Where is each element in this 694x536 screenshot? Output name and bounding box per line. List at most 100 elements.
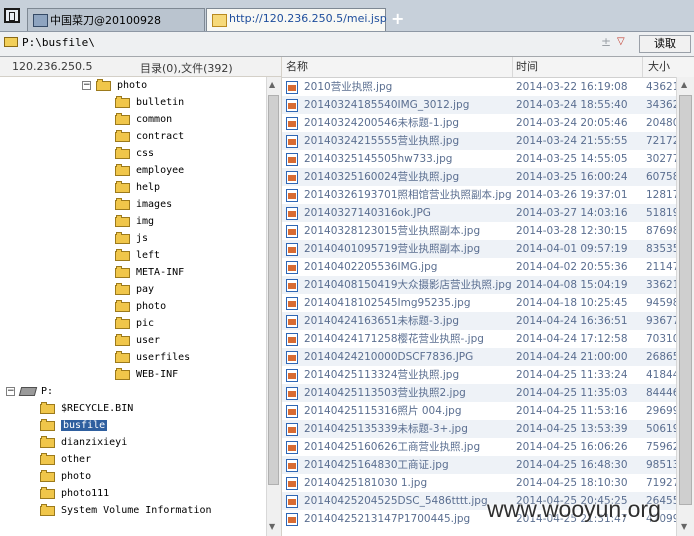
- folder-icon: [115, 317, 132, 329]
- folder-icon: [115, 300, 132, 312]
- file-name: 20140425164830工商证.jpg: [304, 459, 449, 471]
- image-file-icon: [286, 369, 298, 382]
- file-row[interactable]: 20140325160024营业执照.jpg 2014-03-25 16:00:2…: [282, 168, 676, 186]
- tree-node-label: js: [136, 233, 149, 244]
- read-button[interactable]: 读取: [639, 35, 691, 53]
- file-row[interactable]: 20140425160626工商营业执照.jpg 2014-04-25 16:06…: [282, 438, 676, 456]
- tree-node[interactable]: userfiles: [115, 349, 190, 366]
- file-row[interactable]: 20140425181030 1.jpg 2014-04-25 18:10:30 7…: [282, 474, 676, 492]
- file-size: 835358: [646, 243, 676, 255]
- tree-node[interactable]: other: [40, 451, 91, 468]
- tree-node[interactable]: img: [115, 213, 154, 230]
- image-file-icon: [286, 297, 298, 310]
- scrollbar-thumb[interactable]: [679, 95, 692, 505]
- tree-node[interactable]: left: [115, 247, 160, 264]
- file-row[interactable]: 20140326193701照相馆营业执照副本.jpg 2014-03-26 19…: [282, 186, 676, 204]
- tree-node[interactable]: js: [115, 230, 148, 247]
- tree-node[interactable]: pay: [115, 281, 154, 298]
- plus-minus-icon[interactable]: ±: [601, 35, 611, 49]
- window-menu-icon[interactable]: [4, 8, 20, 23]
- tree-node[interactable]: photo: [40, 468, 91, 485]
- file-time: 2014-04-24 17:12:58: [516, 333, 628, 345]
- file-row[interactable]: 20140424210000DSCF7836.JPG 2014-04-24 21:…: [282, 348, 676, 366]
- scroll-down-icon[interactable]: ▼: [269, 522, 275, 531]
- collapse-icon[interactable]: −: [6, 387, 15, 396]
- tree-node-label: userfiles: [136, 352, 191, 363]
- tree-node[interactable]: pic: [115, 315, 154, 332]
- file-name: 20140401095719营业执照副本.jpg: [304, 243, 481, 255]
- file-row[interactable]: 20140401095719营业执照副本.jpg 2014-04-01 09:57…: [282, 240, 676, 258]
- tree-node[interactable]: common: [115, 111, 172, 128]
- host-address: 120.236.250.5: [12, 60, 93, 73]
- file-row[interactable]: 20140327140316ok.JPG 2014-03-27 14:03:16 5…: [282, 204, 676, 222]
- tree-node[interactable]: photo: [115, 298, 166, 315]
- file-row[interactable]: 20140324185540IMG_3012.jpg 2014-03-24 18:…: [282, 96, 676, 114]
- folder-icon: [115, 334, 132, 346]
- file-time: 2014-03-25 14:55:05: [516, 153, 628, 165]
- file-row[interactable]: 20140425113503营业执照2.jpg 2014-04-25 11:35:…: [282, 384, 676, 402]
- tree-node[interactable]: META-INF: [115, 264, 184, 281]
- file-row[interactable]: 20140408150419大众摄影店营业执照.jpg 2014-04-08 15…: [282, 276, 676, 294]
- tree-node[interactable]: System Volume Information: [40, 502, 212, 519]
- tree-node[interactable]: bulletin: [115, 94, 184, 111]
- tree-node-label: photo111: [61, 488, 110, 499]
- tree-node[interactable]: contract: [115, 128, 184, 145]
- tree-node-label: dianzixieyi: [61, 437, 128, 448]
- file-row[interactable]: 20140324200546未标题-1.jpg 2014-03-24 20:05:…: [282, 114, 676, 132]
- tree-node[interactable]: $RECYCLE.BIN: [40, 400, 133, 417]
- scrollbar-thumb[interactable]: [268, 95, 279, 485]
- scroll-up-icon[interactable]: ▲: [269, 80, 275, 89]
- tree-node-drive[interactable]: P:: [18, 383, 53, 400]
- tree-node-label: left: [136, 250, 161, 261]
- tab-label: 中国菜刀@20100928: [50, 14, 161, 27]
- tree-node[interactable]: WEB-INF: [115, 366, 178, 383]
- file-row[interactable]: 2010营业执照.jpg 2014-03-22 16:19:08 436211: [282, 78, 676, 96]
- image-file-icon: [286, 405, 298, 418]
- tree-node[interactable]: help: [115, 179, 160, 196]
- file-row[interactable]: 20140325145505hw733.jpg 2014-03-25 14:55:…: [282, 150, 676, 168]
- tree-node[interactable]: dianzixieyi: [40, 434, 127, 451]
- file-row[interactable]: 20140402205536IMG.jpg 2014-04-02 20:55:36…: [282, 258, 676, 276]
- scroll-down-icon[interactable]: ▼: [681, 522, 687, 531]
- tree-node[interactable]: employee: [115, 162, 184, 179]
- tree-node-label: employee: [136, 165, 185, 176]
- file-row[interactable]: 20140424171258樱花营业执照-.jpg 2014-04-24 17:1…: [282, 330, 676, 348]
- column-divider[interactable]: [512, 57, 513, 77]
- file-row[interactable]: 20140324215555营业执照.jpg 2014-03-24 21:55:5…: [282, 132, 676, 150]
- tree-scrollbar[interactable]: ▲ ▼: [266, 77, 281, 536]
- file-list-scrollbar[interactable]: ▲ ▼: [676, 77, 694, 536]
- tree-node-label: WEB-INF: [136, 369, 179, 380]
- tab-shell-manager[interactable]: 中国菜刀@20100928: [27, 8, 205, 31]
- column-name[interactable]: 名称: [286, 59, 308, 75]
- tree-node[interactable]: photo111: [40, 485, 109, 502]
- image-file-icon: [286, 279, 298, 292]
- tree-node-label: $RECYCLE.BIN: [61, 403, 134, 414]
- chevron-down-icon[interactable]: ▽: [617, 36, 625, 47]
- file-row[interactable]: 20140425113324营业执照.jpg 2014-04-25 11:33:2…: [282, 366, 676, 384]
- file-row[interactable]: 20140425135339未标题-3+.jpg 2014-04-25 13:53…: [282, 420, 676, 438]
- tree-node-label: user: [136, 335, 161, 346]
- file-row[interactable]: 20140425164830工商证.jpg 2014-04-25 16:48:30…: [282, 456, 676, 474]
- collapse-icon[interactable]: −: [82, 81, 91, 90]
- file-time: 2014-04-08 15:04:19: [516, 279, 628, 291]
- file-list-header: 名称 时间 大小: [282, 57, 694, 78]
- tree-node-selected[interactable]: busfile: [40, 417, 108, 434]
- tree-node[interactable]: user: [115, 332, 160, 349]
- column-size[interactable]: 大小: [648, 59, 670, 75]
- tree-node-photo[interactable]: photo: [96, 77, 147, 94]
- file-row[interactable]: 20140328123015营业执照副本.jpg 2014-03-28 12:30…: [282, 222, 676, 240]
- file-row[interactable]: 20140424163651未标题-3.jpg 2014-04-24 16:36:…: [282, 312, 676, 330]
- scroll-up-icon[interactable]: ▲: [681, 80, 687, 89]
- image-file-icon: [286, 153, 298, 166]
- column-divider[interactable]: [642, 57, 643, 77]
- new-tab-button[interactable]: +: [391, 9, 404, 28]
- tree-node-label: other: [61, 454, 92, 465]
- file-row[interactable]: 20140418102545Img95235.jpg 2014-04-18 10:…: [282, 294, 676, 312]
- path-input[interactable]: P:\busfile\: [22, 36, 95, 49]
- file-row[interactable]: 20140425115316照片 004.jpg 2014-04-25 11:53…: [282, 402, 676, 420]
- tree-node[interactable]: images: [115, 196, 172, 213]
- column-time[interactable]: 时间: [516, 59, 538, 75]
- file-name: 20140425213147P1700445.jpg: [304, 513, 471, 525]
- tab-file-manager[interactable]: http://120.236.250.5/mei.jsp: [206, 8, 387, 31]
- tree-node[interactable]: css: [115, 145, 154, 162]
